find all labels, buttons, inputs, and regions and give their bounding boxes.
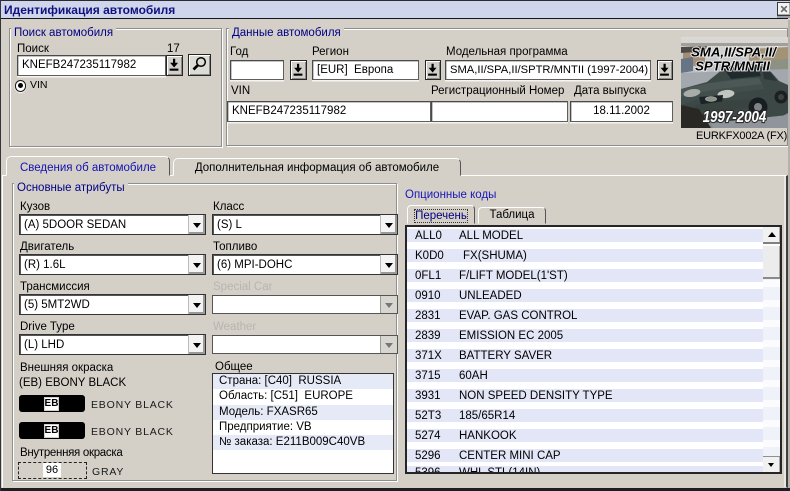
svg-text:SMA,II/SPA,II/: SMA,II/SPA,II/	[691, 44, 777, 59]
svg-text:SPTR/MNTII: SPTR/MNTII	[695, 58, 770, 73]
svg-text:1997-2004: 1997-2004	[703, 109, 766, 126]
